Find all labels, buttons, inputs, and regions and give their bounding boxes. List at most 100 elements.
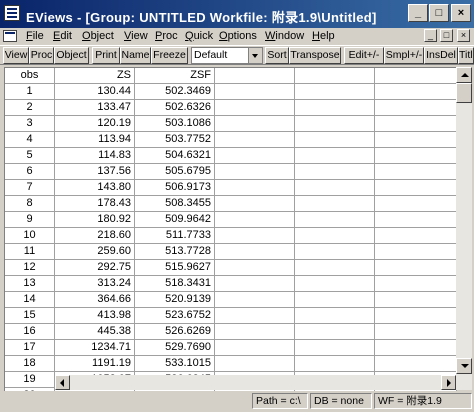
close-button[interactable]: × (451, 4, 471, 22)
empty-cell[interactable] (215, 164, 295, 180)
display-format-select[interactable]: Default (191, 47, 263, 64)
empty-cell[interactable] (375, 180, 457, 196)
empty-cell[interactable] (375, 100, 457, 116)
empty-cell[interactable] (215, 340, 295, 356)
menu-window[interactable]: Window (265, 30, 304, 42)
menu-file[interactable]: File (26, 30, 44, 42)
zs-cell[interactable]: 413.98 (55, 308, 135, 324)
zsf-cell[interactable]: 502.3469 (135, 84, 215, 100)
sort-button[interactable]: Sort (265, 47, 289, 64)
empty-cell[interactable] (375, 292, 457, 308)
empty-cell[interactable] (215, 276, 295, 292)
zsf-cell[interactable]: 526.6269 (135, 324, 215, 340)
obs-cell[interactable]: 15 (5, 308, 55, 324)
empty-cell[interactable] (375, 84, 457, 100)
zs-cell[interactable]: 364.66 (55, 292, 135, 308)
obs-cell[interactable]: 7 (5, 180, 55, 196)
empty-cell[interactable] (295, 260, 375, 276)
eviews-app-icon[interactable] (4, 5, 20, 21)
empty-cell[interactable] (375, 324, 457, 340)
zs-cell[interactable]: 445.38 (55, 324, 135, 340)
header-empty[interactable] (215, 68, 295, 84)
scroll-right-icon[interactable] (441, 375, 456, 390)
object-button[interactable]: Object (54, 47, 89, 64)
obs-cell[interactable]: 5 (5, 148, 55, 164)
header-zs[interactable]: ZS (55, 68, 135, 84)
empty-cell[interactable] (215, 324, 295, 340)
obs-cell[interactable]: 18 (5, 356, 55, 372)
empty-cell[interactable] (295, 324, 375, 340)
zsf-cell[interactable]: 511.7733 (135, 228, 215, 244)
empty-cell[interactable] (375, 148, 457, 164)
menu-options[interactable]: Options (219, 30, 257, 42)
obs-cell[interactable]: 9 (5, 212, 55, 228)
empty-cell[interactable] (295, 196, 375, 212)
header-zsf[interactable]: ZSF (135, 68, 215, 84)
empty-cell[interactable] (215, 356, 295, 372)
empty-cell[interactable] (375, 308, 457, 324)
zsf-cell[interactable]: 502.6326 (135, 100, 215, 116)
empty-cell[interactable] (215, 84, 295, 100)
zs-cell[interactable]: 178.43 (55, 196, 135, 212)
empty-cell[interactable] (215, 132, 295, 148)
obs-cell[interactable]: 2 (5, 100, 55, 116)
obs-cell[interactable]: 1 (5, 84, 55, 100)
obs-cell[interactable]: 10 (5, 228, 55, 244)
empty-cell[interactable] (215, 148, 295, 164)
zsf-cell[interactable]: 520.9139 (135, 292, 215, 308)
zsf-cell[interactable]: 503.7752 (135, 132, 215, 148)
empty-cell[interactable] (295, 228, 375, 244)
empty-cell[interactable] (215, 100, 295, 116)
empty-cell[interactable] (375, 356, 457, 372)
obs-cell[interactable]: 8 (5, 196, 55, 212)
obs-cell[interactable]: 3 (5, 116, 55, 132)
zs-cell[interactable]: 137.56 (55, 164, 135, 180)
vertical-scrollbar[interactable] (456, 67, 472, 390)
header-obs[interactable]: obs (5, 68, 55, 84)
menu-quick[interactable]: Quick (185, 30, 213, 42)
scroll-left-icon[interactable] (55, 375, 70, 390)
zsf-cell[interactable]: 505.6795 (135, 164, 215, 180)
zs-cell[interactable]: 130.44 (55, 84, 135, 100)
chevron-down-icon[interactable] (248, 48, 262, 63)
obs-cell[interactable]: 19 (5, 372, 55, 388)
obs-cell[interactable]: 6 (5, 164, 55, 180)
zsf-cell[interactable]: 523.6752 (135, 308, 215, 324)
empty-cell[interactable] (295, 340, 375, 356)
empty-cell[interactable] (215, 212, 295, 228)
zsf-cell[interactable]: 508.3455 (135, 196, 215, 212)
zsf-cell[interactable]: 513.7728 (135, 244, 215, 260)
empty-cell[interactable] (295, 212, 375, 228)
zsf-cell[interactable]: 518.3431 (135, 276, 215, 292)
transpose-button[interactable]: Transpose (289, 47, 341, 64)
horizontal-scrollbar[interactable] (55, 375, 456, 390)
obs-cell[interactable]: 4 (5, 132, 55, 148)
proc-button[interactable]: Proc (29, 47, 54, 64)
empty-cell[interactable] (295, 180, 375, 196)
empty-cell[interactable] (375, 228, 457, 244)
menu-object[interactable]: Object (82, 30, 114, 42)
obs-cell[interactable]: 14 (5, 292, 55, 308)
empty-cell[interactable] (295, 84, 375, 100)
title-button[interactable]: Title (458, 47, 474, 64)
zs-cell[interactable]: 114.83 (55, 148, 135, 164)
empty-cell[interactable] (295, 356, 375, 372)
empty-cell[interactable] (295, 116, 375, 132)
empty-cell[interactable] (295, 244, 375, 260)
empty-cell[interactable] (215, 228, 295, 244)
menu-proc[interactable]: Proc (155, 30, 178, 42)
empty-cell[interactable] (375, 276, 457, 292)
zs-cell[interactable]: 292.75 (55, 260, 135, 276)
minimize-button[interactable]: _ (408, 4, 428, 22)
zs-cell[interactable]: 113.94 (55, 132, 135, 148)
empty-cell[interactable] (215, 244, 295, 260)
child-minimize-button[interactable]: _ (424, 29, 437, 42)
freeze-button[interactable]: Freeze (151, 47, 188, 64)
empty-cell[interactable] (295, 292, 375, 308)
zsf-cell[interactable]: 504.6321 (135, 148, 215, 164)
scroll-up-icon[interactable] (456, 67, 472, 83)
edit-toggle-button[interactable]: Edit+/- (344, 47, 384, 64)
zs-cell[interactable]: 120.19 (55, 116, 135, 132)
empty-cell[interactable] (215, 116, 295, 132)
smpl-toggle-button[interactable]: Smpl+/- (384, 47, 424, 64)
